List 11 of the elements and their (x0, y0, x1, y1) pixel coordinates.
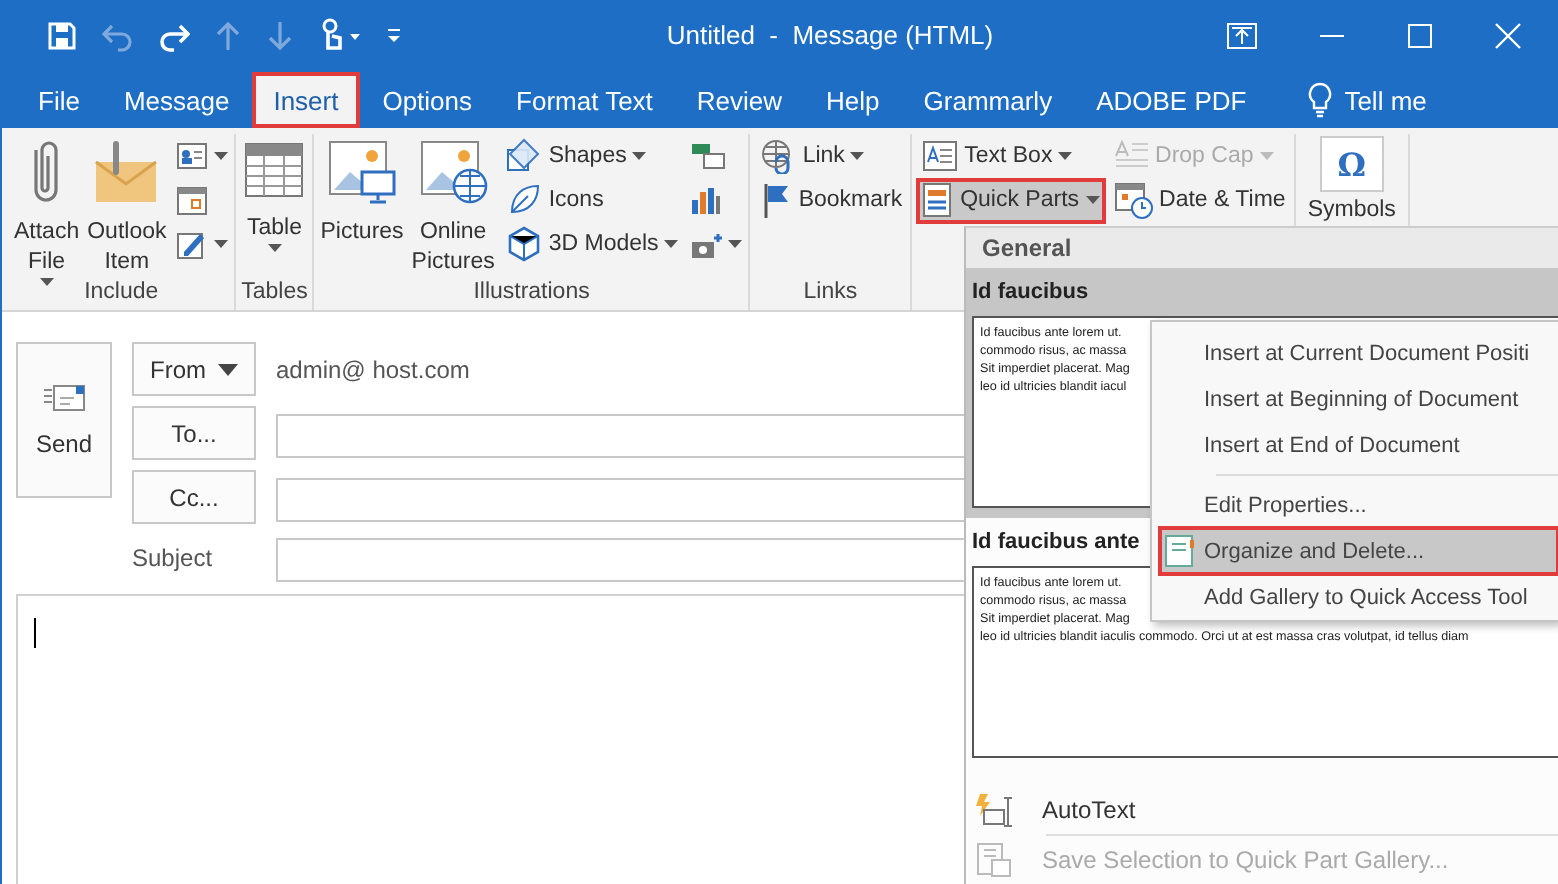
omega-symbol: Ω (1319, 136, 1384, 192)
group-label: Illustrations (473, 278, 590, 306)
subject-label: Subject (132, 544, 215, 572)
entry-title: Id faucibus (972, 278, 1089, 308)
from-address: admin@ host.com (276, 355, 470, 383)
group-label: Include (84, 278, 159, 306)
group-label: Tables (241, 278, 308, 306)
entry-title: Id faucibus ante (972, 528, 1140, 558)
group-label: Links (803, 278, 858, 306)
gallery-category: General (966, 228, 1558, 268)
window-title: Untitled - Message (HTML) (664, 20, 994, 50)
